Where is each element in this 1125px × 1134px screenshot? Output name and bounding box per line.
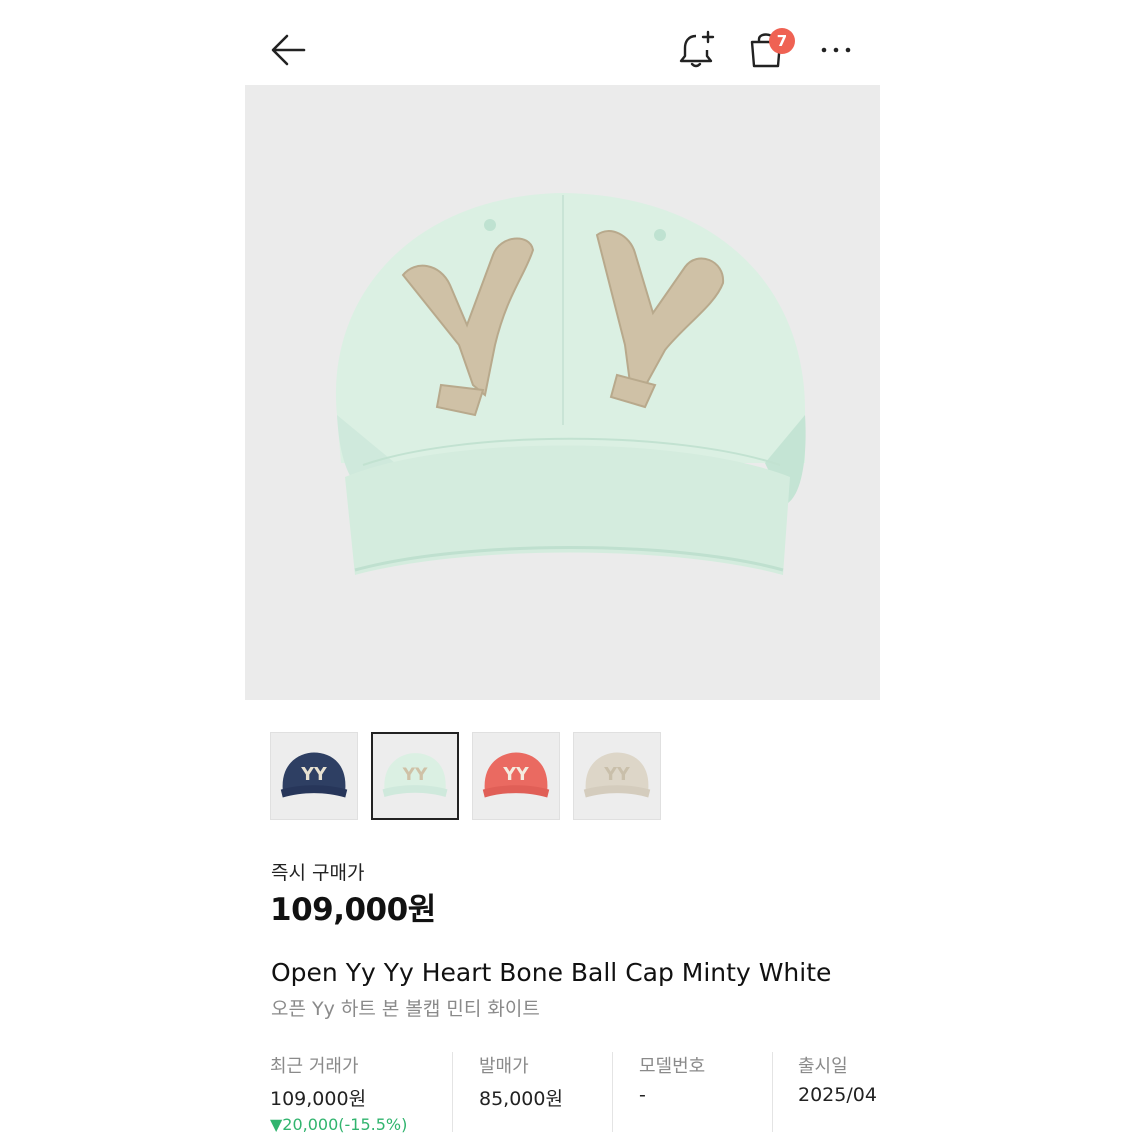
release-date: 출시일 2025/04 [798,1050,877,1130]
color-thumbnails: YY YY YY YY [270,732,670,822]
stat-label: 최근 거래가 [270,1056,359,1077]
cart-count-badge: 7 [769,28,795,54]
stat-divider [612,1052,613,1132]
stat-divider [772,1052,773,1132]
price-label: 즉시 구매가 [271,862,365,884]
release-price: 발매가 85,000원 [479,1050,563,1130]
main-product-image[interactable] [245,85,880,700]
stat-divider [452,1052,453,1132]
more-horizontal-icon[interactable] [818,36,854,64]
product-info-stats: 최근 거래가 109,000원 ▼20,000(-15.5%) 발매가 85,0… [270,1050,890,1134]
stat-value: 109,000원 [270,1088,367,1110]
stat-value: 2025/04 [798,1084,877,1106]
stat-value: - [639,1084,646,1106]
svg-text:YY: YY [603,765,630,785]
beige-cap-thumbnail[interactable]: YY [573,732,661,820]
svg-text:YY: YY [300,765,327,785]
recent-trade-price[interactable]: 최근 거래가 109,000원 ▼20,000(-15.5%) [270,1050,407,1134]
minty-white-cap-thumbnail[interactable]: YY [371,732,459,820]
arrow-left-icon[interactable] [268,30,310,70]
product-name-korean: 오픈 Yy 하트 본 볼캡 민티 화이트 [271,998,540,1020]
svg-text:YY: YY [502,765,529,785]
navy-cap-thumbnail[interactable]: YY [270,732,358,820]
model-number: 모델번호 - [639,1050,705,1130]
instant-buy-price: 109,000원 [270,892,436,928]
stat-label: 출시일 [798,1056,848,1077]
svg-text:YY: YY [402,765,428,785]
coral-cap-thumbnail[interactable]: YY [472,732,560,820]
stat-label: 모델번호 [639,1056,706,1077]
top-bar: 7 [0,0,1125,88]
bell-plus-icon[interactable] [676,28,718,72]
stat-label: 발매가 [479,1056,529,1077]
product-name-english: Open Yy Yy Heart Bone Ball Cap Minty Whi… [271,958,832,987]
stat-value: 85,000원 [479,1088,563,1110]
